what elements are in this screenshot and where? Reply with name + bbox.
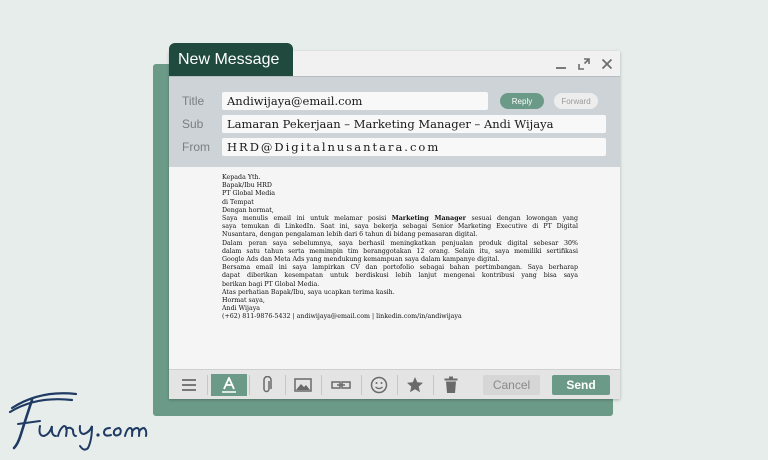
letter-line: di Tempat	[222, 198, 254, 206]
attachment-icon[interactable]	[251, 374, 283, 396]
close-icon[interactable]	[599, 56, 614, 71]
toolbar-divider	[207, 375, 208, 395]
menu-icon[interactable]	[173, 374, 205, 396]
letter-text-run: Saya menulis email ini untuk melamar pos…	[222, 215, 392, 223]
letter-line: saya temukan di LinkedIn. Saat ini, saya…	[222, 223, 578, 231]
text-format-icon[interactable]	[211, 374, 247, 396]
from-label: From	[182, 140, 210, 154]
compose-window: New Message Title Andiwijaya@email.com R…	[169, 43, 620, 399]
emoji-icon[interactable]	[363, 374, 395, 396]
toolbar-divider	[249, 375, 250, 395]
toolbar-divider	[285, 375, 286, 395]
message-body[interactable]: Kepada Yth. Bapak/Ibu HRD PT Global Medi…	[169, 167, 620, 369]
letter-line: Hormat saya,	[222, 297, 265, 305]
subject-label: Sub	[182, 117, 204, 131]
letter-text: Kepada Yth. Bapak/Ibu HRD PT Global Medi…	[222, 174, 578, 322]
contact-line: (+62) 811-9876-5432 | andiwijaya@email.c…	[222, 313, 462, 321]
forward-button[interactable]: Forward	[554, 93, 598, 109]
to-label: Title	[182, 94, 205, 108]
letter-line: Google Ads dan Meta Ads yang mendukung k…	[222, 256, 500, 264]
letter-line: Andi Wijaya	[222, 305, 261, 313]
subject-field[interactable]: Lamaran Pekerjaan – Marketing Manager – …	[222, 115, 606, 133]
letter-line: Kepada Yth.	[222, 174, 261, 181]
letter-line: Dengan hormat,	[222, 206, 274, 214]
image-icon[interactable]	[287, 374, 319, 396]
letter-line: Saya menulis email ini untuk melamar pos…	[222, 215, 578, 223]
letter-line: Bersama email ini saya lampirkan CV dan …	[222, 264, 578, 272]
letter-text-run: sesuai dengan lowongan yang	[465, 215, 579, 223]
window-title: New Message	[169, 43, 293, 76]
window-controls	[553, 56, 614, 71]
send-button[interactable]: Send	[552, 375, 610, 395]
reply-button[interactable]: Reply	[500, 93, 544, 109]
from-field[interactable]: HRD@Digitalnusantara.com	[222, 138, 606, 156]
letter-line: berikan bagi PT Global Media.	[222, 280, 320, 288]
title-bar: New Message	[169, 43, 620, 76]
link-icon[interactable]	[325, 374, 357, 396]
brand-logo	[6, 386, 156, 452]
star-icon[interactable]	[399, 374, 431, 396]
maximize-icon[interactable]	[576, 56, 591, 71]
letter-line: Nusantara, dengan pengalaman lebih dari …	[222, 231, 478, 239]
to-field[interactable]: Andiwijaya@email.com	[222, 92, 488, 110]
message-header: Title Andiwijaya@email.com Reply Forward…	[169, 76, 620, 167]
letter-line: PT Global Media	[222, 190, 276, 198]
trash-icon[interactable]	[435, 374, 467, 396]
position-highlight: Marketing Manager	[391, 215, 466, 223]
letter-line: Bapak/Ibu HRD	[222, 182, 272, 190]
toolbar-divider	[361, 375, 362, 395]
toolbar-divider	[433, 375, 434, 395]
toolbar-divider	[397, 375, 398, 395]
letter-line: dapat diberikan kesempatan untuk berdisk…	[222, 272, 578, 280]
letter-line: dalam satu tahun serta memimpin tim bera…	[222, 247, 578, 255]
cancel-button[interactable]: Cancel	[483, 375, 540, 395]
compose-toolbar: Cancel Send	[169, 369, 620, 399]
letter-line: Atas perhatian Bapak/Ibu, saya ucapkan t…	[222, 288, 395, 296]
letter-line: Dalam peran saya sebelumnya, saya berhas…	[222, 239, 578, 247]
minimize-icon[interactable]	[553, 56, 568, 71]
toolbar-divider	[321, 375, 322, 395]
